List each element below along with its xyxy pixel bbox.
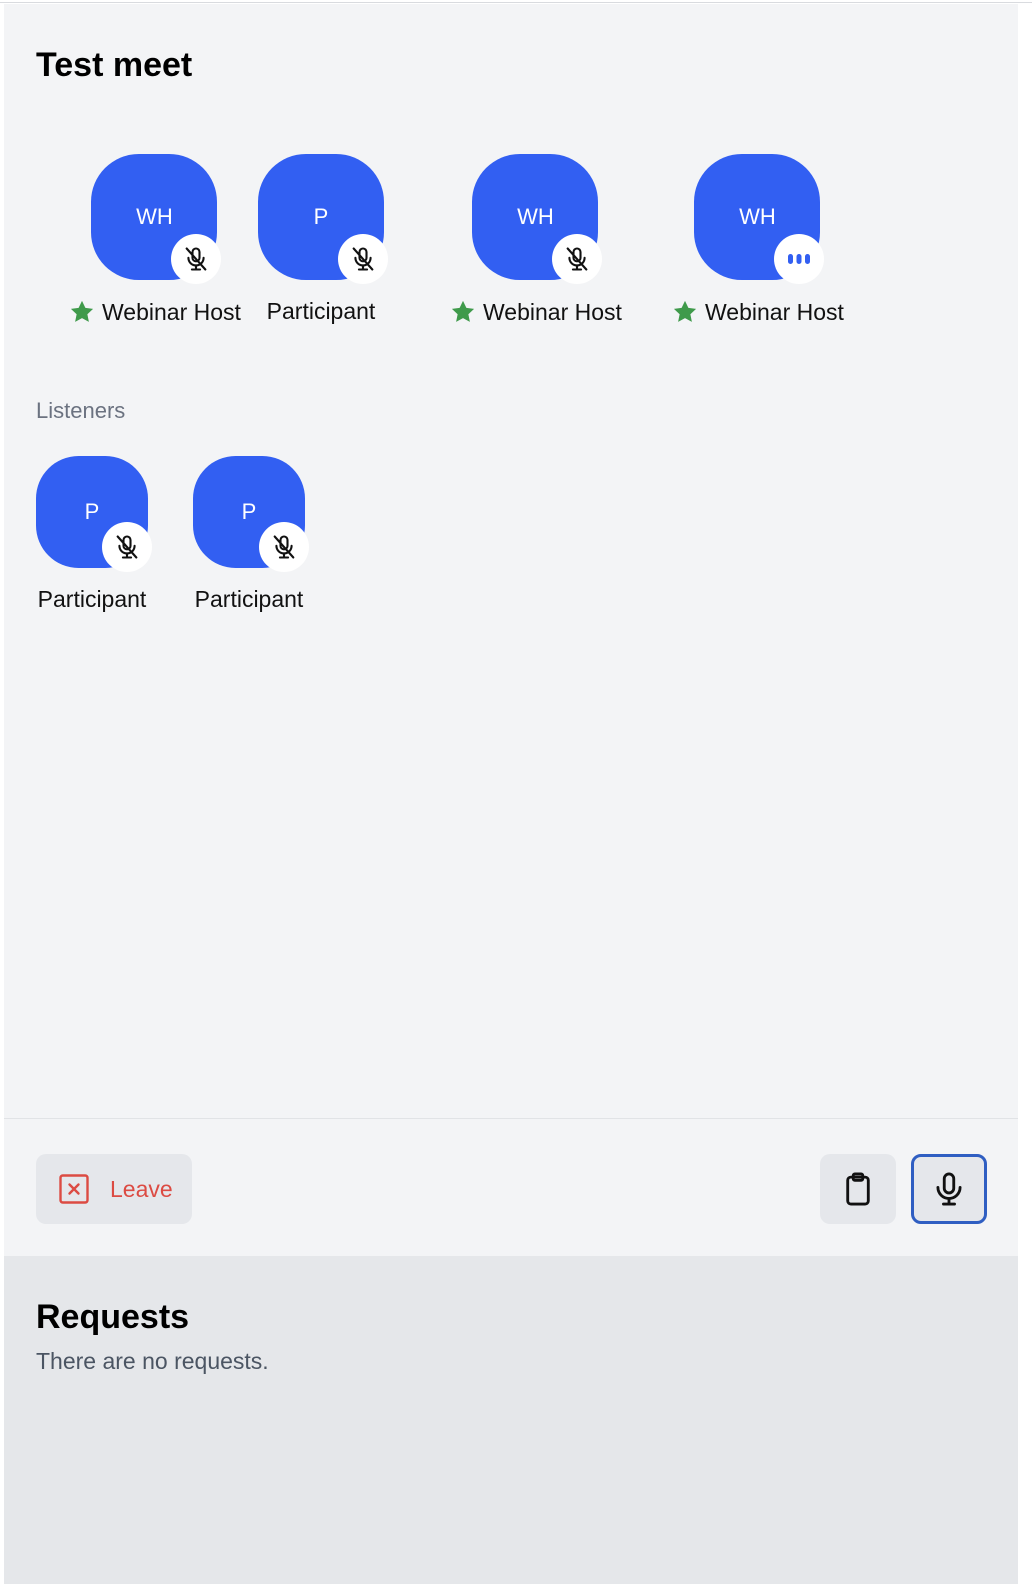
listener-name-row: Participant xyxy=(195,586,304,613)
mic-off-badge xyxy=(102,522,152,572)
speaker-name: Webinar Host xyxy=(102,298,241,325)
avatar-initials: WH xyxy=(517,204,554,229)
speaker-card[interactable]: WH Webinar Host xyxy=(68,154,241,326)
speaker-name-row: Participant xyxy=(267,298,376,325)
host-star-icon xyxy=(673,300,697,322)
controls-divider xyxy=(4,1118,1018,1119)
microphone-toggle-button[interactable] xyxy=(911,1154,987,1224)
audio-level-icon xyxy=(788,254,811,264)
meeting-panel: Test meet WH Webinar Host P Participant … xyxy=(4,4,1018,1584)
avatar-initials: P xyxy=(84,499,100,524)
listener-card[interactable]: P Participant xyxy=(36,456,152,613)
leave-label: Leave xyxy=(110,1175,173,1202)
speaker-name-row: Webinar Host xyxy=(449,298,622,326)
avatar-initials: P xyxy=(241,499,257,524)
requests-panel: Requests There are no requests. xyxy=(4,1256,1018,1584)
mic-off-icon xyxy=(352,247,374,271)
speaking-badge xyxy=(774,234,825,284)
avatar[interactable]: P xyxy=(36,456,152,572)
listener-name: Participant xyxy=(194,586,304,612)
clipboard-button[interactable] xyxy=(820,1154,896,1224)
requests-title: Requests xyxy=(36,1298,190,1336)
host-star-icon xyxy=(70,300,94,322)
listener-card[interactable]: P Participant xyxy=(193,456,309,613)
meeting-title: Test meet xyxy=(36,46,193,84)
mic-off-badge xyxy=(552,234,603,284)
listeners-heading: Listeners xyxy=(36,398,126,423)
avatar-initials: WH xyxy=(739,204,776,229)
avatar[interactable]: WH xyxy=(472,154,603,284)
avatar[interactable]: WH xyxy=(91,154,222,284)
leave-button[interactable]: Leave xyxy=(36,1154,192,1224)
listener-name-row: Participant xyxy=(38,586,147,613)
avatar[interactable]: WH xyxy=(694,154,825,284)
mic-off-icon xyxy=(186,247,207,271)
speaker-name-row: Webinar Host xyxy=(671,298,844,326)
mic-off-badge xyxy=(338,234,388,284)
speaker-name: Webinar Host xyxy=(705,298,844,325)
speaker-card[interactable]: WH Webinar Host xyxy=(449,154,622,326)
speaker-name: Webinar Host xyxy=(483,298,622,325)
host-star-icon xyxy=(451,300,475,322)
mic-off-badge xyxy=(259,522,309,572)
clipboard-icon xyxy=(846,1172,870,1206)
microphone-icon xyxy=(936,1172,962,1206)
avatar-initials: WH xyxy=(136,204,173,229)
mic-off-icon xyxy=(116,535,138,559)
window-top-border xyxy=(0,2,1032,3)
mic-off-icon xyxy=(567,247,588,271)
close-square-icon xyxy=(59,1174,89,1204)
avatar[interactable]: P xyxy=(258,154,388,284)
speaker-name-row: Webinar Host xyxy=(68,298,241,326)
listener-name: Participant xyxy=(37,586,147,612)
avatar[interactable]: P xyxy=(193,456,309,572)
speaker-name: Participant xyxy=(266,298,376,324)
mic-off-icon xyxy=(273,535,295,559)
mic-off-badge xyxy=(171,234,222,284)
avatar-initials: P xyxy=(313,204,329,229)
speaker-card[interactable]: P Participant xyxy=(258,154,388,325)
requests-empty-text: There are no requests. xyxy=(36,1348,269,1374)
speaker-card[interactable]: WH Webinar Host xyxy=(671,154,844,326)
